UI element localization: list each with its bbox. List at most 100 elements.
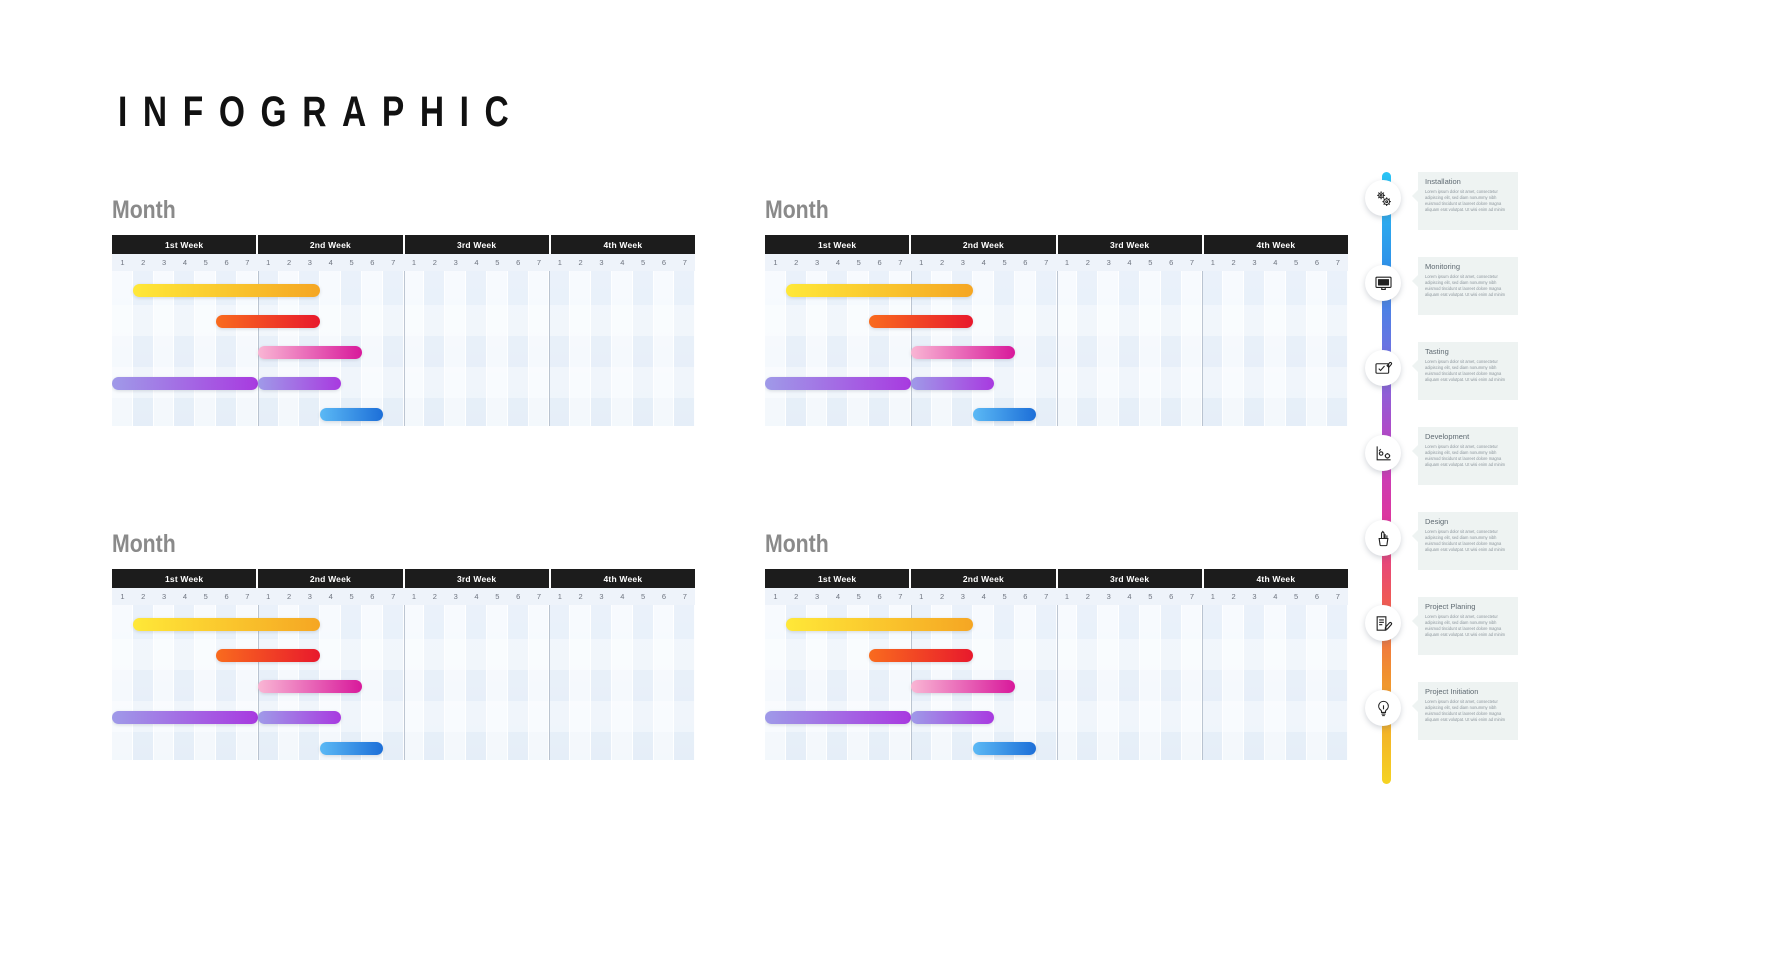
week-divider xyxy=(1202,605,1204,760)
day-number-cell: 2 xyxy=(578,592,583,601)
day-number-cell: 5 xyxy=(495,258,500,267)
gantt-chart-2: Month 1st Week 2nd Week 3rd Week 4th Week 1 2 3… xyxy=(765,196,1348,426)
day-number-cell: 2 xyxy=(794,592,799,601)
day-number-cell: 5 xyxy=(349,592,354,601)
timeline-card: Design Lorem ipsum dolor sit amet, consec… xyxy=(1412,512,1518,570)
day-number-cell: 7 xyxy=(536,258,542,267)
day-number-cell: 5 xyxy=(1148,258,1153,267)
week-header-row: 1st Week 2nd Week 3rd Week 4th Week xyxy=(765,569,1348,588)
day-number-cell: 6 xyxy=(1314,592,1320,601)
gantt-bar[interactable] xyxy=(869,315,974,328)
day-number-cell: 1 xyxy=(1064,592,1070,601)
day-number-cell: 6 xyxy=(1169,258,1174,267)
gantt-chart-3: Month 1st Week 2nd Week 3rd Week 4th Week 1 2 3… xyxy=(112,530,695,760)
gantt-bar[interactable] xyxy=(869,649,974,662)
gantt-bar[interactable] xyxy=(910,680,1015,693)
day-number-cell: 7 xyxy=(1044,258,1049,267)
day-number-row: 1 2 3 4 5 6 7 1 2 3 4 5 6 7 1 2 3 4 5 6 7 1 2 3 4 5 6 7 xyxy=(765,254,1348,271)
day-number-cell: 2 xyxy=(1231,592,1236,601)
day-number-cell: 6 xyxy=(1169,592,1174,601)
day-number-cell: 4 xyxy=(835,258,840,267)
day-number-cell: 6 xyxy=(1023,592,1028,601)
gantt-bar[interactable] xyxy=(112,377,258,390)
day-number-cell: 5 xyxy=(1294,592,1299,601)
timeline-item-project-planing[interactable]: Project Planing Lorem ipsum dolor sit ame… xyxy=(1365,597,1770,681)
day-number-cell: 5 xyxy=(641,592,646,601)
gantt-bar[interactable] xyxy=(257,377,342,390)
day-number-cell: 7 xyxy=(391,258,396,267)
timeline-item-title: Design xyxy=(1425,517,1449,526)
week-header-row: 1st Week 2nd Week 3rd Week 4th Week xyxy=(112,235,695,254)
day-number-cell: 5 xyxy=(1148,592,1153,601)
timeline-item-project-initiation[interactable]: Project Initiation Lorem ipsum dolor sit … xyxy=(1365,682,1770,766)
day-number-cell: 2 xyxy=(939,258,945,267)
gantt-bar[interactable] xyxy=(785,618,974,631)
day-number-cell: 4 xyxy=(1127,592,1132,601)
week-divider xyxy=(403,271,405,426)
week-divider xyxy=(549,605,551,760)
gantt-bar[interactable] xyxy=(765,377,911,390)
day-number-cell: 3 xyxy=(960,258,965,267)
timeline-card: Development Lorem ipsum dolor sit amet, c… xyxy=(1412,427,1518,485)
gantt-grid: 1st Week 2nd Week 3rd Week 4th Week 1 2 3 4 5 6 7 1… xyxy=(112,235,695,426)
gantt-grid: 1st Week 2nd Week 3rd Week 4th Week 1 2 3 4 5 6 7 1… xyxy=(765,235,1348,426)
day-number-cell: 6 xyxy=(516,592,521,601)
gantt-bar[interactable] xyxy=(216,315,321,328)
day-number-cell: 3 xyxy=(1106,592,1111,601)
gantt-bar[interactable] xyxy=(320,408,383,421)
day-number-cell: 6 xyxy=(224,592,229,601)
day-number-cell: 4 xyxy=(835,592,840,601)
day-number-cell: 3 xyxy=(161,592,167,601)
timeline-card: Tasting Lorem ipsum dolor sit amet, conse… xyxy=(1412,342,1518,400)
day-number-cell: 5 xyxy=(641,258,646,267)
gantt-bar[interactable] xyxy=(112,711,258,724)
week-divider xyxy=(403,605,405,760)
day-number-cell: 5 xyxy=(495,592,500,601)
gantt-bar[interactable] xyxy=(910,711,995,724)
gantt-bar[interactable] xyxy=(216,649,321,662)
timeline-item-monitoring[interactable]: Monitoring Lorem ipsum dolor sit amet, co… xyxy=(1365,257,1770,341)
day-number-cell: 6 xyxy=(1314,258,1320,267)
timeline-item-installation[interactable]: Installation Lorem ipsum dolor sit amet, … xyxy=(1365,172,1770,256)
gantt-bar[interactable] xyxy=(973,742,1036,755)
day-number-cell: 5 xyxy=(203,592,208,601)
day-number-cell: 5 xyxy=(203,258,208,267)
gantt-bar[interactable] xyxy=(132,618,321,631)
timeline-item-tasting[interactable]: Tasting Lorem ipsum dolor sit amet, conse… xyxy=(1365,342,1770,426)
day-number-cell: 6 xyxy=(877,592,882,601)
day-number-cell: 7 xyxy=(1335,592,1340,601)
week-header-cell: 1st Week xyxy=(112,569,259,588)
gantt-bar[interactable] xyxy=(765,711,911,724)
day-number-cell: 1 xyxy=(1210,258,1215,267)
timeline-item-development[interactable]: Development Lorem ipsum dolor sit amet, c… xyxy=(1365,427,1770,511)
gantt-bar[interactable] xyxy=(910,346,1015,359)
gantt-body: Project 1Project 2Project 3Project 4Proj… xyxy=(112,605,695,760)
week-header-cell: 3rd Week xyxy=(404,235,551,254)
day-number-cell: 2 xyxy=(939,592,945,601)
day-number-row: 1 2 3 4 5 6 7 1 2 3 4 5 6 7 1 2 3 4 5 6 7 1 2 3 4 5 6 7 xyxy=(112,588,695,605)
gantt-chart-4: Month 1st Week 2nd Week 3rd Week 4th Week 1 2 3… xyxy=(765,530,1348,760)
gantt-bar[interactable] xyxy=(973,408,1036,421)
day-number-cell: 3 xyxy=(161,258,167,267)
gantt-bar[interactable] xyxy=(257,680,362,693)
day-number-cell: 2 xyxy=(141,258,146,267)
day-number-cell: 4 xyxy=(474,258,479,267)
clipboard-check-icon xyxy=(1365,350,1401,386)
day-number-cell: 3 xyxy=(599,592,604,601)
day-number-cell: 3 xyxy=(307,258,312,267)
gantt-bar[interactable] xyxy=(257,346,362,359)
day-number-cell: 1 xyxy=(266,258,271,267)
gantt-bar[interactable] xyxy=(910,377,995,390)
gantt-bar[interactable] xyxy=(785,284,974,297)
day-number-cell: 4 xyxy=(620,258,625,267)
timeline-item-design[interactable]: Design Lorem ipsum dolor sit amet, consec… xyxy=(1365,512,1770,596)
timeline-item-body: Lorem ipsum dolor sit amet, consectetur … xyxy=(1425,699,1506,722)
day-number-cell: 3 xyxy=(599,258,604,267)
timeline-card: Monitoring Lorem ipsum dolor sit amet, co… xyxy=(1412,257,1518,315)
gantt-bar[interactable] xyxy=(320,742,383,755)
day-number-cell: 7 xyxy=(391,592,396,601)
gantt-bar[interactable] xyxy=(132,284,321,297)
day-number-cell: 7 xyxy=(1189,258,1195,267)
gantt-bar[interactable] xyxy=(257,711,342,724)
day-number-cell: 7 xyxy=(682,258,687,267)
